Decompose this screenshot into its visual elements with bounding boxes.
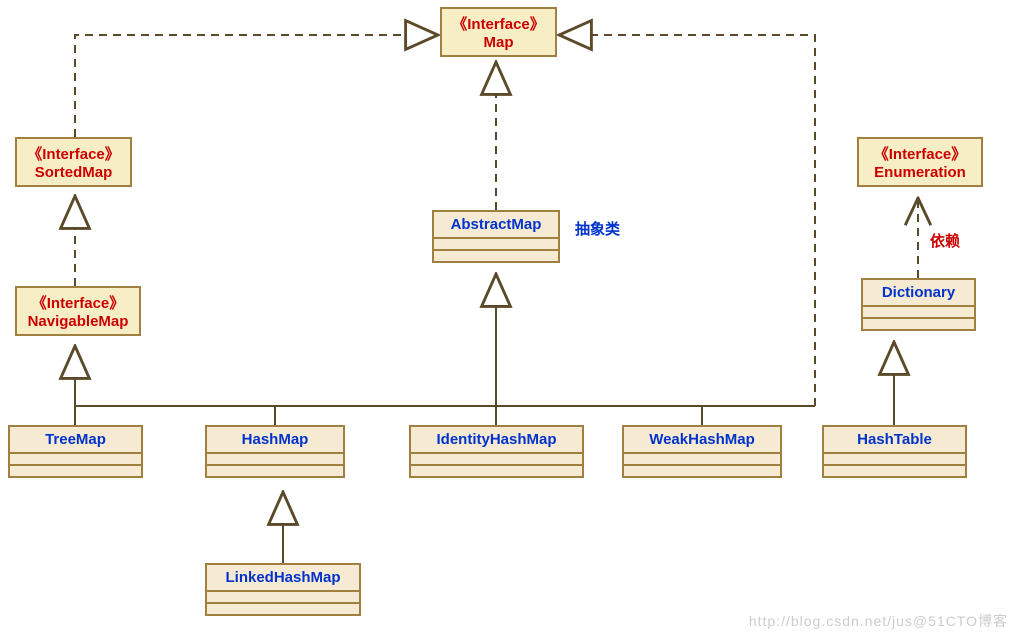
node-name: LinkedHashMap <box>225 569 340 586</box>
node-treemap-class: TreeMap <box>8 425 143 478</box>
node-navigablemap-interface: 《Interface》 NavigableMap <box>15 286 141 336</box>
node-abstractmap-class: AbstractMap <box>432 210 560 263</box>
watermark: http://blog.csdn.net/jus@51CTO博客 <box>749 611 1008 631</box>
node-name: TreeMap <box>45 431 106 448</box>
stereotype-label: 《Interface》 <box>865 143 975 164</box>
stereotype-label: 《Interface》 <box>23 143 124 164</box>
label-dependency: 依赖 <box>930 230 960 251</box>
node-linkedhashmap-class: LinkedHashMap <box>205 563 361 616</box>
node-name: Enumeration <box>874 164 966 181</box>
node-name: HashMap <box>242 431 309 448</box>
node-hashtable-class: HashTable <box>822 425 967 478</box>
node-name: HashTable <box>857 431 932 448</box>
node-enumeration-interface: 《Interface》 Enumeration <box>857 137 983 187</box>
node-dictionary-class: Dictionary <box>861 278 976 331</box>
stereotype-label: 《Interface》 <box>448 13 549 34</box>
node-weakhashmap-class: WeakHashMap <box>622 425 782 478</box>
node-name: WeakHashMap <box>649 431 755 448</box>
node-name: IdentityHashMap <box>436 431 556 448</box>
node-name: NavigableMap <box>28 313 129 330</box>
node-name: SortedMap <box>35 164 113 181</box>
edge-sortedmap-map <box>75 35 438 137</box>
node-identityhashmap-class: IdentityHashMap <box>409 425 584 478</box>
node-name: AbstractMap <box>451 216 542 233</box>
uml-diagram: 《Interface》 Map 《Interface》 SortedMap 《I… <box>0 0 1018 636</box>
node-name: Dictionary <box>882 284 955 301</box>
node-sortedmap-interface: 《Interface》 SortedMap <box>15 137 132 187</box>
label-abstract-class: 抽象类 <box>575 218 620 239</box>
node-name: Map <box>484 34 514 51</box>
stereotype-label: 《Interface》 <box>23 292 133 313</box>
node-map-interface: 《Interface》 Map <box>440 7 557 57</box>
node-hashmap-class: HashMap <box>205 425 345 478</box>
